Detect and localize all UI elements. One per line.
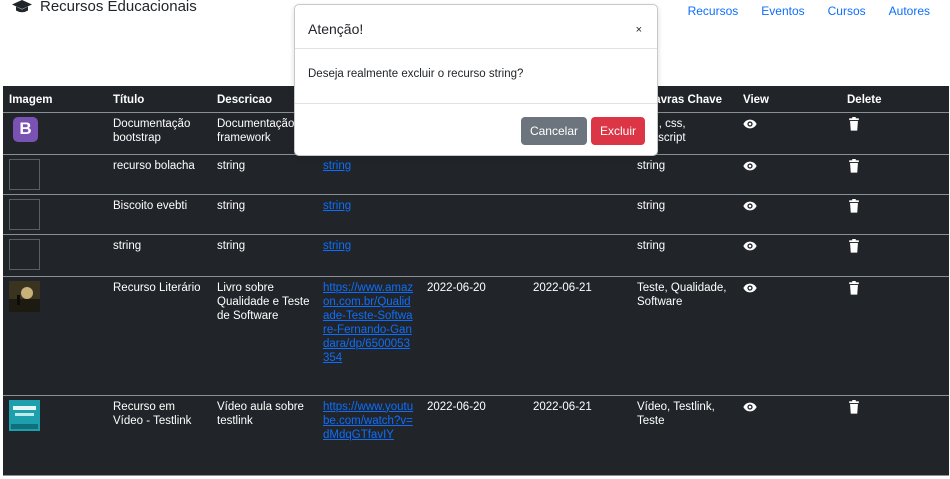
image-cell xyxy=(3,234,107,277)
eye-icon[interactable] xyxy=(743,117,757,131)
header-titulo: Título xyxy=(107,86,211,113)
nav-links: Recursos Eventos Cursos Autores xyxy=(688,4,930,18)
modal-footer: Cancelar Excluir xyxy=(295,104,657,154)
image-cell xyxy=(3,194,107,235)
cell-descricao: Vídeo aula sobre testlink xyxy=(211,395,317,476)
cell-titulo: Biscoito evebti xyxy=(107,194,211,235)
trash-icon[interactable] xyxy=(847,238,861,253)
cell-palavras-chave: string xyxy=(631,194,737,235)
delete-cell xyxy=(841,154,949,195)
cancel-button[interactable]: Cancelar xyxy=(520,117,587,145)
cell-data-fim: 2022-06-21 xyxy=(527,395,631,476)
delete-button[interactable]: Excluir xyxy=(590,117,645,145)
cell-data-fim xyxy=(527,194,631,235)
cell-palavras-chave: Vídeo, Testlink, Teste xyxy=(631,395,737,476)
video-thumbnail xyxy=(9,399,40,431)
thumbnail-placeholder xyxy=(9,238,40,270)
table-row: Recurso em Vídeo - Testlink Vídeo aula s… xyxy=(3,395,949,476)
table-row: recurso bolacha string string string xyxy=(3,154,949,195)
cell-descricao: Livro sobre Qualidade e Teste de Softwar… xyxy=(211,276,317,396)
eye-icon[interactable] xyxy=(743,199,757,213)
cell-link: https://www.amazon.com.br/Qualidade-Test… xyxy=(317,276,421,396)
resource-link[interactable]: string xyxy=(323,240,351,252)
eye-icon[interactable] xyxy=(743,159,757,173)
cell-link: https://www.youtube.com/watch?v=dMdqGTfa… xyxy=(317,395,421,476)
nav-link-cursos[interactable]: Cursos xyxy=(828,4,866,18)
cell-descricao: string xyxy=(211,194,317,235)
resource-link[interactable]: https://www.youtube.com/watch?v=dMdqGTfa… xyxy=(323,401,413,441)
cell-data-fim xyxy=(527,234,631,277)
cell-titulo: recurso bolacha xyxy=(107,154,211,195)
cell-descricao: string xyxy=(211,234,317,277)
image-cell xyxy=(3,154,107,195)
view-cell xyxy=(737,194,841,235)
brand[interactable]: Recursos Educacionais xyxy=(12,0,197,15)
delete-cell xyxy=(841,194,949,235)
modal-body: Deseja realmente excluir o recurso strin… xyxy=(295,49,657,104)
cell-link: string xyxy=(317,154,421,195)
delete-cell xyxy=(841,276,949,396)
delete-cell xyxy=(841,234,949,277)
resource-link[interactable]: string xyxy=(323,160,351,172)
resource-link[interactable]: https://www.amazon.com.br/Qualidade-Test… xyxy=(323,282,413,364)
view-cell xyxy=(737,154,841,195)
table-row: Biscoito evebti string string string xyxy=(3,194,949,235)
trash-icon[interactable] xyxy=(847,116,861,131)
trash-icon[interactable] xyxy=(847,158,861,173)
header-imagem: Imagem xyxy=(3,86,107,113)
cell-link: string xyxy=(317,194,421,235)
table-row: Recurso Literário Livro sobre Qualidade … xyxy=(3,276,949,396)
cell-link: string xyxy=(317,234,421,277)
brand-title: Recursos Educacionais xyxy=(40,0,197,15)
graduation-cap-icon xyxy=(12,0,32,12)
image-cell xyxy=(3,276,107,396)
trash-icon[interactable] xyxy=(847,399,861,414)
view-cell xyxy=(737,395,841,476)
nav-link-eventos[interactable]: Eventos xyxy=(761,4,804,18)
modal-message: Deseja realmente excluir o recurso strin… xyxy=(308,68,524,80)
eye-icon[interactable] xyxy=(743,400,757,414)
view-cell xyxy=(737,234,841,277)
cell-data-fim: 2022-06-21 xyxy=(527,276,631,396)
cell-data-inicio xyxy=(421,194,527,235)
cell-data-inicio: 2022-06-20 xyxy=(421,395,527,476)
cell-palavras-chave: string xyxy=(631,234,737,277)
cell-descricao: string xyxy=(211,154,317,195)
view-cell xyxy=(737,112,841,155)
header-view: View xyxy=(737,86,841,113)
image-cell xyxy=(3,395,107,476)
cell-data-fim xyxy=(527,154,631,195)
delete-cell xyxy=(841,395,949,476)
cell-titulo: string xyxy=(107,234,211,277)
bootstrap-logo-icon: B xyxy=(13,116,38,142)
book-cover-thumbnail xyxy=(9,280,40,312)
cell-data-inicio xyxy=(421,234,527,277)
cell-palavras-chave: Teste, Qualidade, Software xyxy=(631,276,737,396)
header-delete: Delete xyxy=(841,86,949,113)
modal-title: Atenção! xyxy=(308,21,364,37)
nav-link-autores[interactable]: Autores xyxy=(889,4,930,18)
thumbnail-placeholder xyxy=(9,158,40,190)
cell-data-inicio xyxy=(421,154,527,195)
resource-link[interactable]: string xyxy=(323,200,351,212)
cell-titulo: Recurso Literário xyxy=(107,276,211,396)
modal-header: Atenção! × xyxy=(295,5,657,49)
cell-palavras-chave: string xyxy=(631,154,737,195)
table-row: string string string string xyxy=(3,234,949,277)
trash-icon[interactable] xyxy=(847,198,861,213)
image-cell: B xyxy=(3,112,107,155)
nav-link-recursos[interactable]: Recursos xyxy=(688,4,739,18)
delete-cell xyxy=(841,112,949,155)
view-cell xyxy=(737,276,841,396)
cell-titulo: Recurso em Vídeo - Testlink xyxy=(107,395,211,476)
eye-icon[interactable] xyxy=(743,281,757,295)
cell-data-inicio: 2022-06-20 xyxy=(421,276,527,396)
cell-titulo: Documentação bootstrap xyxy=(107,112,211,155)
eye-icon[interactable] xyxy=(743,239,757,253)
thumbnail-placeholder xyxy=(9,198,40,230)
close-icon[interactable]: × xyxy=(636,24,642,36)
confirm-delete-modal: Atenção! × Deseja realmente excluir o re… xyxy=(294,4,658,156)
trash-icon[interactable] xyxy=(847,280,861,295)
